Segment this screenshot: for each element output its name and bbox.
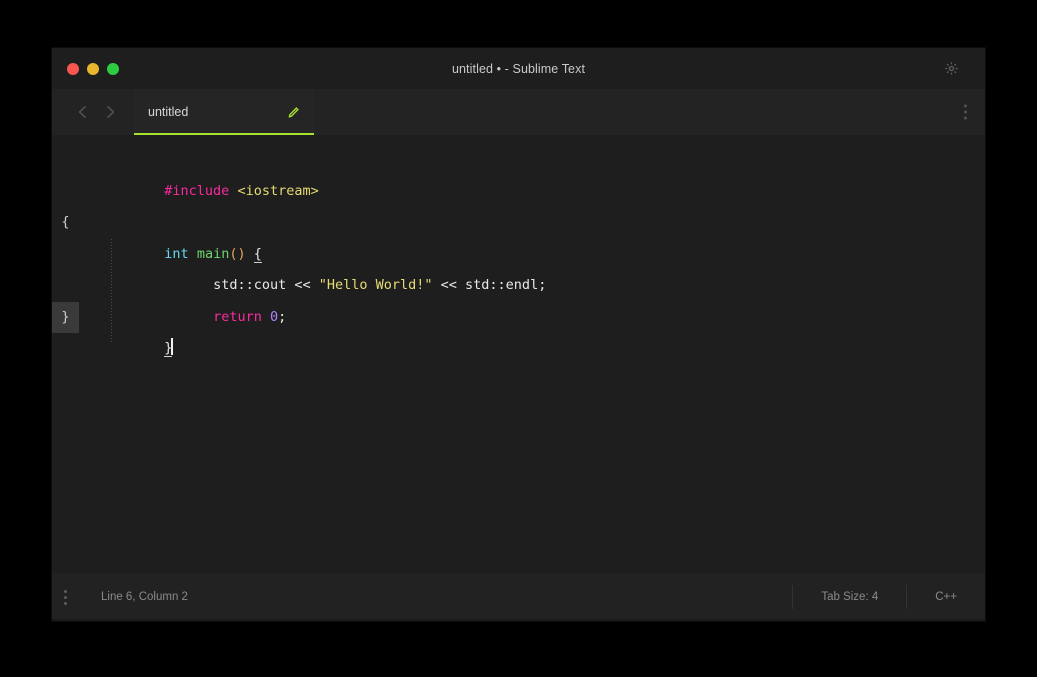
code-line-6: }: [79, 302, 985, 357]
tab-overflow-menu-icon[interactable]: [964, 104, 967, 120]
gutter-row: [52, 239, 79, 271]
tab-bar: untitled: [52, 89, 985, 135]
cursor-position-label: Line 6, Column 2: [101, 591, 188, 603]
sublime-text-window: untitled • - Sublime Text untitled {} #…: [52, 48, 985, 621]
pencil-icon[interactable]: [286, 105, 300, 119]
maximize-window-button[interactable]: [107, 62, 119, 75]
dot: [64, 589, 67, 593]
gutter-row: {: [61, 214, 70, 230]
gear-icon[interactable]: [941, 59, 961, 79]
code-content[interactable]: #include <iostream> int main() { std::co…: [79, 135, 985, 573]
chevron-left-icon[interactable]: [74, 104, 90, 120]
status-bar: Line 6, Column 2 Tab Size: 4 C++: [52, 573, 985, 621]
dot: [964, 110, 967, 114]
code-line-1: #include <iostream>: [79, 144, 985, 199]
status-menu-icon[interactable]: [64, 589, 67, 605]
window-title: untitled • - Sublime Text: [451, 61, 586, 76]
tab-size-button[interactable]: Tab Size: 4: [792, 585, 906, 609]
status-bar-edge: [52, 619, 985, 621]
minimize-window-button[interactable]: [87, 62, 99, 75]
dot: [964, 116, 967, 120]
dot: [64, 601, 67, 605]
dot: [64, 595, 67, 599]
dot: [964, 104, 967, 108]
traffic-light-group: [67, 62, 119, 75]
chevron-right-icon[interactable]: [102, 104, 118, 120]
close-window-button[interactable]: [67, 62, 79, 75]
gutter-row: [52, 176, 79, 208]
gutter-row-active: }: [52, 301, 79, 333]
editor-tab-untitled[interactable]: untitled: [134, 89, 314, 135]
syntax-mode-button[interactable]: C++: [906, 585, 985, 609]
status-right-group: Tab Size: 4 C++: [792, 573, 985, 621]
code-line-3: int main() {: [79, 207, 985, 263]
window-titlebar: untitled • - Sublime Text: [52, 48, 985, 89]
code-line-4: std::cout << "Hello World!" << std::endl…: [79, 239, 985, 293]
code-editor[interactable]: { } #include <iostream> int main() { std…: [52, 135, 985, 573]
code-line-5: return 0;: [79, 270, 985, 325]
text-cursor: [171, 338, 173, 355]
editor-gutter: { }: [52, 135, 79, 573]
tab-label: untitled: [148, 105, 189, 119]
gutter-row: [52, 270, 79, 302]
gutter-row: [52, 144, 79, 176]
app-root: untitled • - Sublime Text untitled {} #…: [0, 0, 1037, 677]
navigation-arrows: [74, 104, 118, 120]
